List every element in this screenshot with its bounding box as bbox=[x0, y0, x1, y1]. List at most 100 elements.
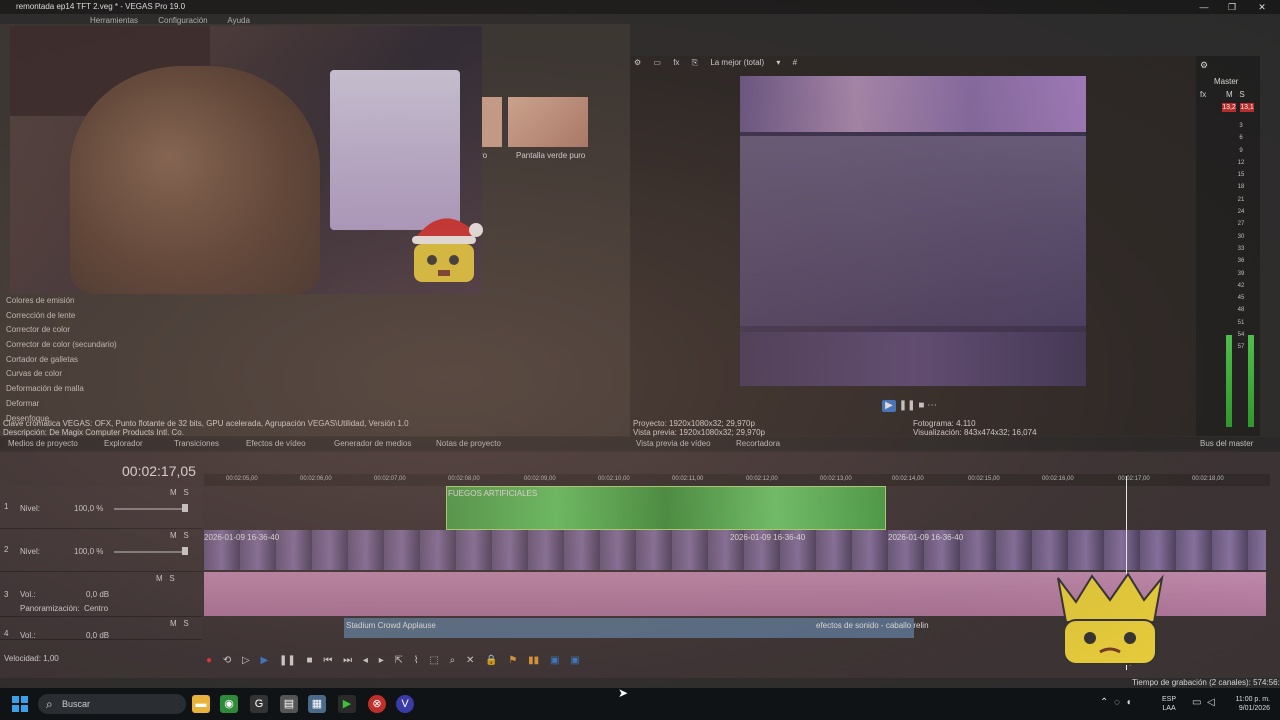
vegas-icon[interactable]: V bbox=[396, 695, 414, 713]
loop-icon[interactable]: ⟲ bbox=[223, 655, 231, 666]
go-to-end-icon[interactable]: ⏭ bbox=[343, 655, 352, 666]
track-header-4[interactable]: 4 Vol.: 0,0 dB M S bbox=[0, 617, 202, 640]
level-slider[interactable] bbox=[114, 508, 184, 510]
file-explorer-icon[interactable]: ▬ bbox=[192, 695, 210, 713]
chevron-down-icon[interactable]: ▾ bbox=[776, 58, 780, 67]
speaker-icon[interactable]: ◁ bbox=[1207, 697, 1215, 708]
marker-icon[interactable]: ⚑ bbox=[508, 655, 517, 666]
clock[interactable]: 11:00 p. m. 9/01/2026 bbox=[1226, 695, 1270, 713]
fx-item[interactable]: Deformar bbox=[6, 397, 146, 412]
tab-trimmer[interactable]: Recortadora bbox=[736, 439, 780, 448]
tab-explorer[interactable]: Explorador bbox=[104, 439, 143, 448]
gear-icon[interactable]: ⚙ bbox=[634, 58, 641, 67]
calculator-icon[interactable]: ▦ bbox=[308, 695, 326, 713]
tab-video-fx[interactable]: Efectos de vídeo bbox=[246, 439, 306, 448]
master-solo-button[interactable]: S bbox=[1239, 90, 1244, 99]
record-icon[interactable]: ● bbox=[206, 655, 212, 666]
close-button[interactable]: ✕ bbox=[1254, 2, 1270, 12]
copy-icon[interactable]: ⎘ bbox=[692, 58, 698, 67]
maximize-button[interactable]: ❐ bbox=[1224, 2, 1240, 12]
fx-item[interactable]: Corrector de color bbox=[6, 323, 146, 338]
windows-start-icon[interactable] bbox=[12, 696, 28, 712]
tab-transitions[interactable]: Transiciones bbox=[174, 439, 219, 448]
fx-item[interactable]: Cortador de galletas bbox=[6, 353, 146, 368]
prev-frame-icon[interactable]: ◂ bbox=[363, 655, 368, 666]
tab-project-notes[interactable]: Notas de proyecto bbox=[436, 439, 501, 448]
media-thumbnail-green-screen[interactable] bbox=[508, 97, 588, 147]
selection-tool-icon[interactable]: ⬚ bbox=[429, 655, 438, 666]
play-icon[interactable]: ▶ bbox=[260, 655, 268, 666]
tab-master-bus[interactable]: Bus del master bbox=[1200, 439, 1253, 448]
chevron-up-icon[interactable]: ⌃ bbox=[1100, 697, 1108, 708]
minimize-button[interactable]: — bbox=[1196, 2, 1212, 12]
app-icon[interactable]: G bbox=[250, 695, 268, 713]
grid-icon[interactable]: # bbox=[793, 58, 797, 67]
more-button[interactable]: ⋯ bbox=[927, 400, 937, 411]
tab-media-generators[interactable]: Generador de medios bbox=[334, 439, 411, 448]
mute-button[interactable]: M bbox=[156, 574, 163, 583]
envelope-tool-icon[interactable]: ⌇ bbox=[414, 655, 419, 666]
app-icon[interactable]: ▤ bbox=[280, 695, 298, 713]
master-mute-button[interactable]: M bbox=[1226, 90, 1233, 99]
language-indicator[interactable]: ESP LAA bbox=[1162, 695, 1176, 713]
track-header-3[interactable]: 3 Vol.: 0,0 dB Panoramización: Centro M … bbox=[0, 572, 202, 617]
go-to-start-icon[interactable]: ⏮ bbox=[323, 655, 332, 666]
gear-icon[interactable]: ⚙ bbox=[1200, 60, 1208, 71]
solo-button[interactable]: S bbox=[183, 488, 188, 497]
solo-button[interactable]: S bbox=[183, 531, 188, 540]
play-app-icon[interactable]: ▶ bbox=[338, 695, 356, 713]
media-thumbnail[interactable] bbox=[482, 97, 502, 147]
ruler-tick: 00:02:07,00 bbox=[374, 476, 406, 482]
volume-icon[interactable]: ◖ bbox=[1125, 697, 1131, 708]
play-from-start-icon[interactable]: ▷ bbox=[242, 655, 250, 666]
menu-settings[interactable]: Configuración bbox=[158, 16, 207, 25]
fx-icon[interactable]: fx bbox=[1200, 90, 1206, 99]
track-header-1[interactable]: 1 Nivel: 100,0 % M S bbox=[0, 486, 202, 529]
auto-ripple-icon[interactable]: ▣ bbox=[570, 655, 579, 666]
fx-item[interactable]: Curvas de color bbox=[6, 367, 146, 382]
pause-icon[interactable]: ❚❚ bbox=[279, 655, 296, 666]
mute-button[interactable]: M bbox=[170, 619, 177, 628]
level-slider[interactable] bbox=[114, 551, 184, 553]
level-slider-knob[interactable] bbox=[182, 504, 188, 512]
play-icon[interactable]: ▶ bbox=[882, 400, 896, 412]
fx-item[interactable]: Corrección de lente bbox=[6, 309, 146, 324]
menu-help[interactable]: Ayuda bbox=[227, 16, 250, 25]
network-icon[interactable]: ◌ bbox=[1114, 697, 1120, 708]
app-icon[interactable]: ⊗ bbox=[368, 695, 386, 713]
cursor-tool-icon[interactable]: ⇱ bbox=[395, 655, 403, 666]
snap-icon[interactable]: ▣ bbox=[550, 655, 559, 666]
mute-button[interactable]: M bbox=[170, 488, 177, 497]
fx-item[interactable]: Deformación de malla bbox=[6, 382, 146, 397]
preview-quality-select[interactable]: La mejor (total) bbox=[710, 58, 764, 67]
tab-video-preview[interactable]: Vista previa de vídeo bbox=[636, 439, 711, 448]
mute-button[interactable]: M bbox=[170, 531, 177, 540]
next-frame-icon[interactable]: ▸ bbox=[379, 655, 384, 666]
ruler-tick: 00:02:11,00 bbox=[672, 476, 704, 482]
level-slider-knob[interactable] bbox=[182, 547, 188, 555]
monitor-icon[interactable]: ▭ bbox=[653, 58, 661, 67]
fx-item[interactable]: Colores de emisión bbox=[6, 294, 146, 309]
scale-mark: 6 bbox=[1239, 135, 1243, 142]
stop-icon[interactable]: ■ bbox=[307, 655, 313, 666]
track-header-2[interactable]: 2 Nivel: 100,0 % M S bbox=[0, 529, 202, 572]
lock-icon[interactable]: 🔒 bbox=[485, 655, 497, 666]
search-placeholder[interactable]: Buscar bbox=[62, 699, 90, 709]
region-icon[interactable]: ▮▮ bbox=[528, 655, 539, 666]
fx-icon[interactable]: fx bbox=[673, 58, 679, 67]
monitor-icon[interactable]: ▭ bbox=[1192, 697, 1201, 708]
fx-description-line: Clave cromática VEGAS: OFX, Punto flotan… bbox=[3, 419, 409, 428]
chrome-icon[interactable]: ◉ bbox=[220, 695, 238, 713]
fx-item[interactable]: Corrector de color (secundario) bbox=[6, 338, 146, 353]
solo-button[interactable]: S bbox=[183, 619, 188, 628]
zoom-tool-icon[interactable]: ⌕ bbox=[450, 655, 456, 666]
time-ruler[interactable]: 00:02:05,00 00:02:06,00 00:02:07,00 00:0… bbox=[204, 474, 1270, 486]
taskbar-search[interactable] bbox=[38, 694, 186, 714]
menu-tools[interactable]: Herramientas bbox=[90, 16, 138, 25]
delete-icon[interactable]: ✕ bbox=[466, 655, 474, 666]
solo-button[interactable]: S bbox=[169, 574, 174, 583]
pause-icon[interactable]: ❚❚ bbox=[899, 400, 916, 411]
system-tray-right: ▭ ◁ bbox=[1192, 697, 1215, 708]
tab-project-media[interactable]: Medios de proyecto bbox=[8, 439, 78, 448]
stop-icon[interactable]: ■ bbox=[918, 400, 924, 411]
